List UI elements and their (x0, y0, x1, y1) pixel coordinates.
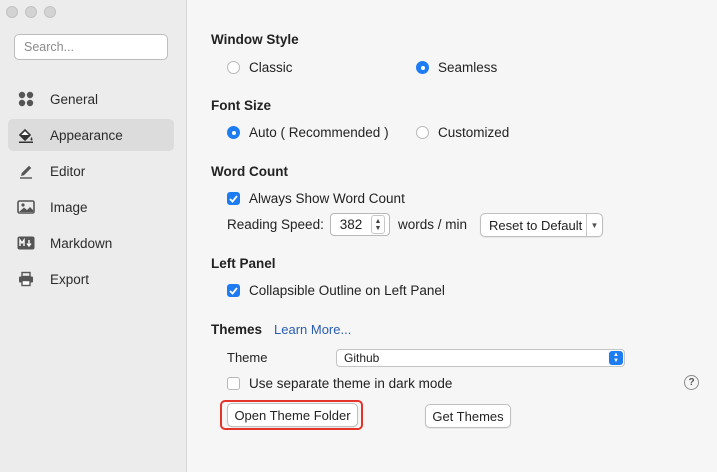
reading-speed-unit: words / min (398, 217, 468, 232)
left-panel-title: Left Panel (211, 256, 276, 271)
preferences-window: General Appearance (0, 0, 717, 472)
search-input[interactable] (14, 34, 168, 60)
sidebar-item-editor[interactable]: Editor (8, 155, 174, 187)
chevron-down-icon[interactable]: ▼ (375, 225, 382, 232)
theme-label: Theme (227, 350, 268, 365)
radio-label: Auto ( Recommended ) (249, 125, 389, 140)
always-show-word-count-option[interactable]: Always Show Word Count (227, 191, 405, 206)
stepper-arrows[interactable]: ▲ ▼ (371, 215, 385, 234)
font-size-customized-option[interactable]: Customized (416, 125, 509, 140)
window-controls (6, 6, 56, 18)
chevron-down-icon[interactable]: ▼ (586, 214, 602, 236)
open-theme-folder-label: Open Theme Folder (234, 407, 351, 423)
reset-to-default-button[interactable]: Reset to Default ▼ (480, 213, 603, 237)
window-style-classic-option[interactable]: Classic (227, 60, 293, 75)
font-size-title: Font Size (211, 98, 271, 113)
paint-bucket-icon (17, 126, 35, 144)
radio-customized[interactable] (416, 126, 429, 139)
theme-select[interactable]: Github ▲ ▼ (336, 349, 625, 367)
sidebar-item-image[interactable]: Image (8, 191, 174, 223)
reading-speed-value[interactable]: 382 (331, 217, 371, 232)
close-window-button[interactable] (6, 6, 18, 18)
separate-dark-theme-option[interactable]: Use separate theme in dark mode (227, 376, 452, 391)
radio-classic[interactable] (227, 61, 240, 74)
radio-seamless[interactable] (416, 61, 429, 74)
checkbox-label: Collapsible Outline on Left Panel (249, 283, 445, 298)
themes-title: Themes (211, 322, 263, 337)
window-style-seamless-option[interactable]: Seamless (416, 60, 497, 75)
printer-icon (17, 270, 35, 288)
collapsible-outline-option[interactable]: Collapsible Outline on Left Panel (227, 283, 445, 298)
checkmark-icon (229, 286, 238, 295)
appearance-panel: Window Style Classic Seamless Font Size … (188, 0, 717, 472)
reading-speed-label: Reading Speed: (227, 217, 324, 232)
sidebar-item-label: Image (50, 199, 88, 215)
sidebar-item-label: Export (50, 271, 90, 287)
sidebar-item-appearance[interactable]: Appearance (8, 119, 174, 151)
radio-label: Seamless (438, 60, 498, 75)
font-size-auto-option[interactable]: Auto ( Recommended ) (227, 125, 389, 140)
get-themes-button[interactable]: Get Themes (425, 404, 511, 428)
checkmark-icon (229, 194, 238, 203)
help-icon[interactable]: ? (684, 375, 699, 390)
theme-select-value: Github (344, 351, 380, 365)
radio-auto[interactable] (227, 126, 240, 139)
sidebar-item-label: Markdown (50, 235, 113, 251)
sidebar-item-general[interactable]: General (8, 83, 174, 115)
markdown-icon (17, 234, 35, 252)
reading-speed-stepper[interactable]: 382 ▲ ▼ (330, 213, 390, 236)
zoom-window-button[interactable] (44, 6, 56, 18)
grid-icon (17, 90, 35, 108)
sidebar: General Appearance (0, 0, 187, 472)
checkbox-label: Use separate theme in dark mode (249, 376, 453, 391)
always-show-word-count-checkbox[interactable] (227, 192, 240, 205)
learn-more-link[interactable]: Learn More... (274, 322, 351, 337)
sidebar-item-export[interactable]: Export (8, 263, 174, 295)
radio-label: Customized (438, 125, 510, 140)
open-theme-folder-button[interactable]: Open Theme Folder (227, 403, 358, 427)
sidebar-item-label: Editor (50, 163, 86, 179)
sidebar-nav: General Appearance Editor Image Markdown… (8, 83, 174, 299)
reset-to-default-label: Reset to Default (489, 217, 583, 233)
pencil-icon (17, 162, 35, 180)
radio-label: Classic (249, 60, 293, 75)
checkbox-label: Always Show Word Count (249, 191, 405, 206)
chevron-up-icon[interactable]: ▲ (375, 218, 382, 225)
collapsible-outline-checkbox[interactable] (227, 284, 240, 297)
image-icon (17, 198, 35, 216)
updown-chevron-icon[interactable]: ▲ ▼ (609, 351, 623, 365)
word-count-title: Word Count (211, 164, 288, 179)
sidebar-item-markdown[interactable]: Markdown (8, 227, 174, 259)
sidebar-item-label: Appearance (50, 127, 123, 143)
separate-dark-theme-checkbox[interactable] (227, 377, 240, 390)
window-style-title: Window Style (211, 32, 299, 47)
minimize-window-button[interactable] (25, 6, 37, 18)
sidebar-item-label: General (50, 91, 99, 107)
get-themes-label: Get Themes (432, 408, 504, 424)
